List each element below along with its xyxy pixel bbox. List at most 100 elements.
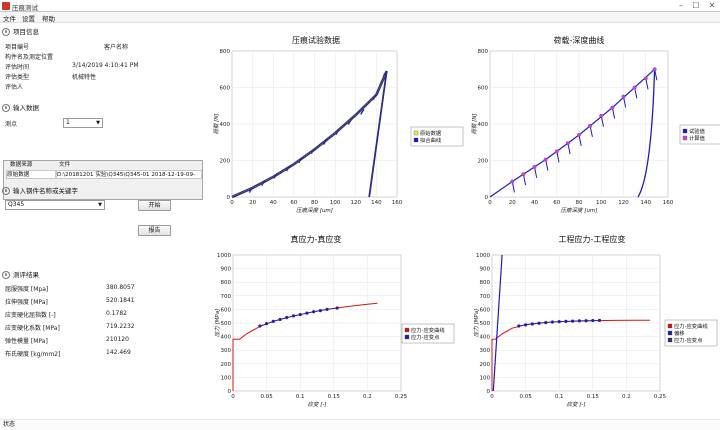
legend-swatch [667, 323, 673, 329]
data-point [537, 321, 541, 325]
x-tick-label: 0 [490, 394, 494, 400]
data-point [557, 319, 561, 324]
grid-cell[interactable]: D:\20181201 实验\Q345\Q345-01 2018-12-19-0… [56, 170, 202, 179]
legend-swatch [667, 337, 673, 343]
project-label: 评估类型 [5, 74, 30, 81]
legend-label: 试验值 [689, 127, 706, 135]
chart-title: 压痕试验数据 [292, 35, 340, 45]
x-tick-label: 0.2 [622, 394, 631, 400]
collapse-icon[interactable]: ∧ [2, 187, 10, 195]
legend-label: 拟合曲线 [420, 136, 442, 144]
menu-file[interactable]: 文件 [3, 13, 16, 23]
y-tick-label: 300 [221, 348, 232, 354]
y-tick-label: 400 [220, 122, 231, 128]
results-section-header[interactable]: ∧ 测评结果 [2, 269, 39, 279]
result-value: 719.2232 [106, 323, 135, 330]
data-point [652, 67, 657, 72]
legend-swatch [682, 128, 688, 134]
y-tick-label: 500 [480, 321, 491, 327]
y-tick-label: 0 [228, 389, 232, 395]
legend-label: 原始数据 [420, 129, 442, 137]
grid-cell[interactable]: 原始数据 [6, 170, 56, 179]
collapse-icon[interactable]: ∧ [2, 271, 10, 279]
result-value: 210120 [106, 336, 129, 343]
data-point [632, 85, 637, 90]
y-axis-label: 应力 [MPa] [473, 309, 480, 337]
x-axis-label: 应变 [-] [566, 401, 585, 408]
legend-label: 应力-应变曲线 [674, 322, 708, 330]
x-tick-label: 0 [488, 200, 492, 206]
collapse-icon[interactable]: ∧ [2, 104, 10, 112]
result-label: 弹性模量 [MPa] [5, 338, 48, 345]
x-tick-label: 20 [509, 200, 516, 206]
result-value: 520.1841 [106, 297, 135, 304]
data-point [291, 314, 296, 318]
x-tick-label: 40 [270, 200, 277, 206]
y-tick-label: 800 [478, 49, 489, 55]
grid-header: 文件 [59, 162, 71, 168]
point-select[interactable]: 1 ▼ [63, 118, 103, 128]
data-point [523, 323, 528, 327]
y-tick-label: 800 [220, 49, 231, 55]
data-point [564, 319, 568, 324]
y-tick-label: 200 [220, 159, 231, 165]
x-axis-label: 压痕深度 [um] [296, 207, 333, 214]
legend-label: 计算值 [689, 134, 706, 142]
point-label: 测点 [5, 121, 18, 128]
data-point [258, 324, 262, 328]
legend-swatch [413, 137, 419, 143]
data-point [621, 94, 626, 99]
data-point [305, 311, 309, 315]
menu-settings[interactable]: 设置 [22, 13, 35, 23]
x-tick-label: 0.25 [395, 394, 408, 400]
material-select[interactable]: Q345 ▼ [5, 200, 105, 210]
chart-title: 荷载-深度曲线 [554, 35, 605, 45]
result-label: 应变硬化屈指数 [-] [5, 312, 56, 319]
menu-help[interactable]: 帮助 [42, 13, 55, 23]
data-point [530, 322, 534, 326]
data-point [577, 319, 582, 323]
start-button[interactable]: 开始 [138, 200, 171, 211]
x-tick-label: 120 [618, 200, 629, 206]
data-point [271, 319, 275, 324]
collapse-icon[interactable]: ∧ [2, 28, 10, 36]
material-select-value: Q345 [8, 201, 25, 208]
data-point [517, 324, 521, 328]
maximize-icon[interactable]: ☐ [689, 0, 703, 11]
minimize-icon[interactable]: – [674, 0, 688, 11]
y-tick-label: 600 [480, 307, 491, 313]
x-tick-label: 60 [553, 200, 560, 206]
material-section-header[interactable]: ∧ 输入钢件名称或关键字 [2, 185, 78, 195]
project-label: 项目编号 [5, 44, 30, 51]
result-label: 应变硬化系数 [MPa] [5, 325, 60, 332]
y-tick-label: 300 [480, 348, 491, 354]
chevron-down-icon: ▼ [96, 120, 100, 126]
report-button[interactable]: 报告 [138, 225, 171, 236]
chevron-down-icon: ▼ [98, 202, 102, 208]
x-axis-label: 应变 [-] [307, 401, 326, 408]
project-label: 评估人 [5, 84, 24, 91]
window-title: 压痕测试 [12, 4, 38, 12]
x-tick-label: 160 [392, 200, 403, 206]
results-section-title: 测评结果 [13, 271, 39, 279]
legend-label: 应力-应变曲线 [411, 326, 445, 334]
input-section-header[interactable]: ∧ 输入数据 [2, 102, 39, 112]
legend-label: 应力-应变点 [411, 333, 440, 341]
y-tick-label: 500 [221, 321, 232, 327]
project-section-header[interactable]: ∧ 项目信息 [2, 26, 39, 36]
data-point [554, 149, 559, 154]
legend-swatch [404, 334, 410, 340]
y-tick-label: 200 [478, 159, 489, 165]
x-tick-label: 80 [576, 200, 583, 206]
input-section-title: 输入数据 [13, 104, 39, 112]
x-tick-label: 20 [249, 200, 256, 206]
x-tick-label: 0.05 [260, 394, 273, 400]
legend-swatch [682, 135, 688, 141]
x-tick-label: 0 [230, 200, 234, 206]
data-point [521, 172, 526, 177]
x-tick-label: 100 [330, 200, 341, 206]
x-tick-label: 140 [371, 200, 382, 206]
close-icon[interactable]: ✕ [704, 0, 720, 11]
x-tick-label: 0.1 [296, 394, 305, 400]
data-point [298, 312, 302, 317]
